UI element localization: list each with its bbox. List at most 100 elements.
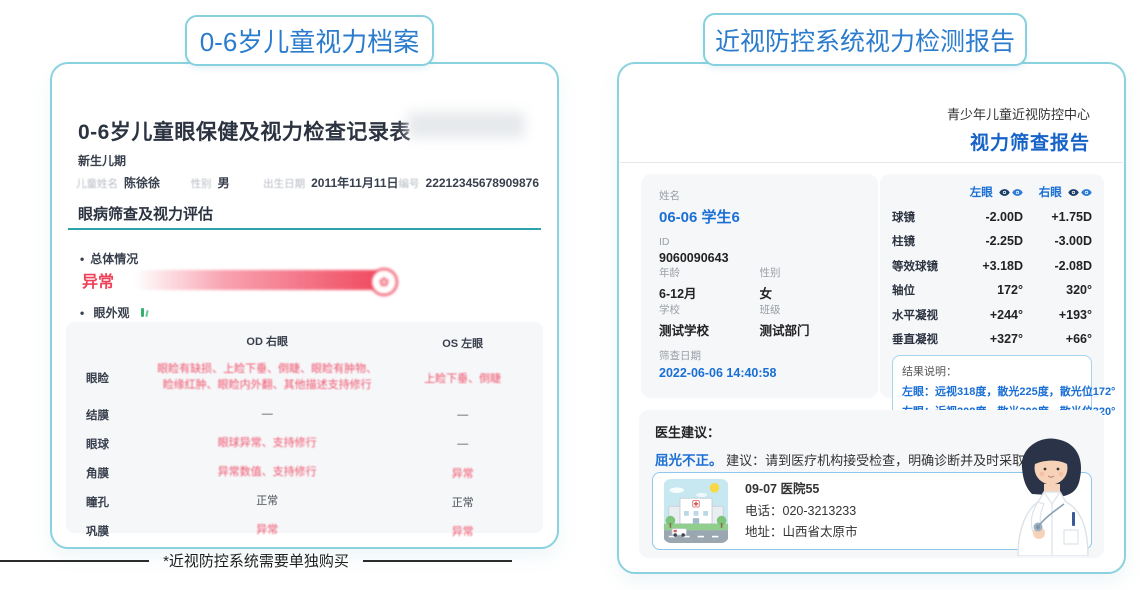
measure-left-value: +3.18D (954, 259, 1023, 273)
class-label: 班级 (760, 302, 861, 317)
form-stage-label: 新生儿期 (78, 152, 126, 169)
field-label: 出生日期 (263, 176, 305, 191)
right-eye-header: 右眼 (1023, 184, 1092, 200)
hospital-illustration (663, 479, 729, 543)
eye-icon (999, 188, 1010, 197)
measurement-card: 左眼 右眼 球镜 -2.00D +1.75D 柱镜 (880, 174, 1104, 398)
field-label: 编号 (399, 176, 420, 191)
alert-badge-icon: ✿ (370, 268, 398, 296)
field-record-number: 编号 22212345678909876 (399, 176, 539, 191)
age-label: 年龄 (659, 265, 760, 280)
overall-status-value: 异常 (82, 268, 114, 292)
measure-label: 轴位 (892, 282, 954, 298)
diagnosis-text: 屈光不正。 (655, 453, 723, 468)
measure-right-value: -3.00D (1023, 234, 1092, 248)
field-child-name: 儿童姓名 陈徐徐 (76, 174, 191, 191)
left-eye-label: 左眼 (970, 187, 993, 199)
field-value: 男 (218, 174, 230, 191)
measure-left-value: -2.00D (954, 210, 1023, 224)
section-underline (68, 228, 541, 230)
measure-label: 垂直凝视 (892, 331, 954, 347)
patient-age: 6-12月 (659, 283, 760, 302)
leaf-icon (139, 307, 151, 318)
doctor-illustration (1002, 434, 1098, 556)
eye-icon (1012, 188, 1023, 197)
patient-id: 9060090643 (659, 251, 860, 265)
result-note-title: 结果说明： (902, 363, 1082, 379)
school-label: 学校 (659, 302, 760, 317)
gender-label: 性别 (760, 265, 861, 280)
overall-status-label: 总体情况 (80, 250, 138, 267)
field-gender: 性别 男 (191, 174, 264, 191)
footnote-line-left (0, 560, 149, 562)
header-divider (620, 162, 1123, 163)
right-eye-label: 右眼 (1039, 187, 1062, 199)
left-eye-header: 左眼 (954, 184, 1023, 200)
table-row: 巩膜 异常 异常 (72, 516, 537, 545)
patient-info-card: 姓名 06-06 学生6 ID 9060090643 年龄 6-12月 性别 女… (641, 174, 878, 398)
field-label: 儿童姓名 (76, 176, 118, 191)
measure-label: 柱镜 (892, 233, 954, 249)
patient-name: 06-06 学生6 (659, 206, 860, 227)
os-header: OS 左眼 (388, 335, 537, 351)
eye-icons (1068, 188, 1092, 197)
measure-left-value: 172° (954, 283, 1023, 297)
screening-date: 2022-06-06 14:40:58 (659, 366, 860, 380)
hospital-text: 09-07 医院55 电话：020-3213233 地址：山西省太原市 (745, 474, 858, 548)
hospital-name: 09-07 医院55 (745, 483, 858, 496)
eye-appearance-text: 眼外观 (94, 306, 130, 320)
field-value: 陈徐徐 (124, 174, 160, 191)
screening-report-card: 青少年儿童近视防控中心 视力筛查报告 姓名 06-06 学生6 ID 90600… (617, 62, 1126, 574)
patient-school: 测试学校 (659, 320, 760, 339)
field-value: 2011年11月11日 (311, 174, 398, 191)
eye-icon (1081, 188, 1092, 197)
infographic-canvas: 0-6岁儿童视力档案 0-6岁儿童眼保健及视力检查记录表 新生儿期 儿童姓名 陈… (0, 0, 1140, 590)
table-row: 结膜 — — (72, 400, 537, 429)
eye-exam-table: OD 右眼 OS 左眼 眼睑 眼睑有缺损、上睑下垂、倒睫、眼睑有肿物、睑缘红肿、… (66, 322, 543, 533)
doctor-advice-card: 医生建议： 屈光不正。 建议：请到医疗机构接受检查，明确诊断并及时采取措施。 (639, 410, 1104, 558)
footnote-line-right (363, 560, 512, 562)
form-title: 0-6岁儿童眼保健及视力检查记录表 (78, 116, 411, 146)
measure-label: 球镜 (892, 209, 954, 225)
field-birthdate: 出生日期 2011年11月11日 (263, 174, 398, 191)
eye-icons (999, 188, 1023, 197)
measure-left-value: -2.25D (954, 234, 1023, 248)
left-panel-title-bubble: 0-6岁儿童视力档案 (185, 15, 434, 66)
right-panel-title-bubble: 近视防控系统视力检测报告 (703, 13, 1027, 66)
section-title: 眼病筛查及视力评估 (78, 203, 213, 224)
report-header: 青少年儿童近视防控中心 视力筛查报告 (947, 104, 1090, 155)
patient-info-row: 儿童姓名 陈徐徐 性别 男 出生日期 2011年11月11日 编号 222123… (76, 174, 539, 191)
center-name: 青少年儿童近视防控中心 (947, 104, 1090, 123)
report-title: 视力筛查报告 (947, 128, 1090, 155)
od-header: OD 右眼 (146, 335, 388, 351)
table-header-row: OD 右眼 OS 左眼 (72, 330, 537, 356)
measure-left-value: +327° (954, 332, 1023, 346)
table-row: 瞳孔 正常 正常 (72, 487, 537, 516)
date-label: 筛查日期 (659, 348, 860, 363)
patient-gender: 女 (760, 283, 861, 302)
right-panel-title: 近视防控系统视力检测报告 (715, 22, 1015, 58)
measure-right-value: +1.75D (1023, 210, 1092, 224)
left-panel-title: 0-6岁儿童视力档案 (200, 22, 420, 59)
field-label: 性别 (191, 176, 212, 191)
field-value: 22212345678909876 (426, 176, 539, 190)
name-label: 姓名 (659, 188, 860, 203)
table-row: 眼球 眼球异常、支持修行 — (72, 429, 537, 458)
measurement-grid: 左眼 右眼 球镜 -2.00D +1.75D 柱镜 (892, 184, 1092, 347)
id-label: ID (659, 236, 860, 248)
result-left-eye: 左眼：远视318度，散光225度，散光位172° (902, 383, 1082, 399)
measure-right-value: 320° (1023, 283, 1092, 297)
hospital-address: 地址：山西省太原市 (745, 526, 858, 539)
hospital-phone: 电话：020-3213233 (745, 505, 858, 518)
overall-status-row: 异常 ✿ (82, 268, 396, 292)
blurred-stamp (407, 112, 525, 138)
table-row: 眼睑 眼睑有缺损、上睑下垂、倒睫、眼睑有肿物、睑缘红肿、眼睑内外翻、其他描述支持… (72, 356, 537, 400)
abnormal-highlight-pill: ✿ (134, 270, 396, 290)
measure-right-value: -2.08D (1023, 259, 1092, 273)
measure-right-value: +66° (1023, 332, 1092, 346)
age-gender-row: 年龄 6-12月 性别 女 (659, 265, 860, 302)
measure-label: 水平凝视 (892, 307, 954, 323)
measure-left-value: +244° (954, 308, 1023, 322)
table-row: 角膜 异常数值、支持修行 异常 (72, 458, 537, 487)
footnote-text: *近视防控系统需要单独购买 (163, 550, 349, 571)
